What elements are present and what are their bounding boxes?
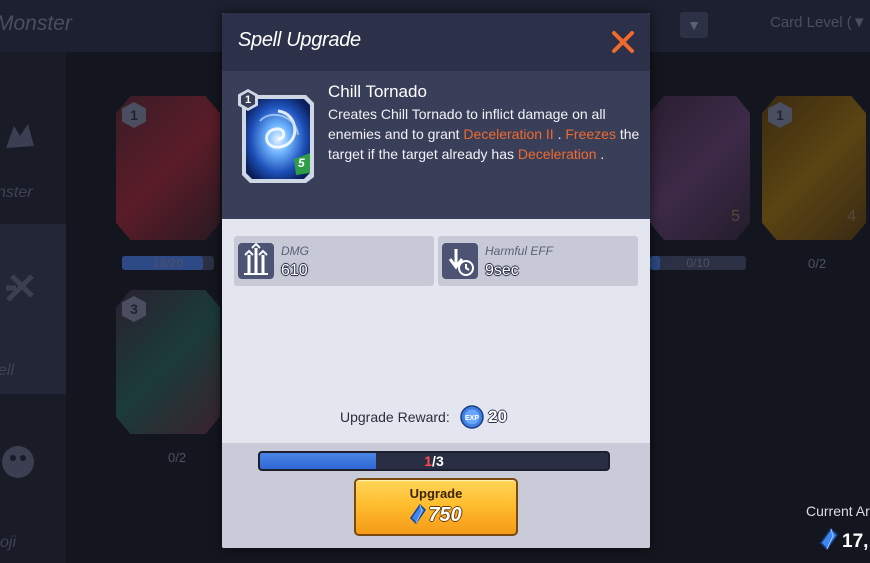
upgrade-reward-value: 20 (488, 407, 507, 426)
svg-text:EXP: EXP (465, 415, 479, 422)
card-tile[interactable]: 1 (116, 96, 220, 240)
spell-info: 1 5 Chill Tornado Creates Chill Tornado … (222, 71, 650, 219)
upgrade-reward-label: Upgrade Reward: (340, 409, 450, 425)
upgrade-footer: 1/3 Upgrade 750 (222, 443, 650, 548)
dialog-header: Spell Upgrade (222, 13, 650, 71)
upgrade-cost: 750 (356, 503, 516, 530)
card-progress: 0/10 (650, 256, 746, 270)
card-cost: 4 (847, 208, 856, 225)
currency-amount: 17, (820, 527, 868, 556)
screen-title: Monster (0, 12, 72, 35)
upgrade-button[interactable]: Upgrade 750 (354, 478, 518, 536)
monster-icon (0, 118, 40, 158)
exp-icon: EXP (460, 405, 484, 429)
sort-dropdown[interactable]: Card Level (▼ (770, 14, 867, 31)
close-icon (612, 31, 634, 53)
currency-label: Current Ar (806, 503, 870, 519)
stat-harmful-effect: Harmful EFF 9sec (438, 236, 638, 286)
gem-icon (820, 527, 838, 556)
card-tile[interactable]: 1 4 (762, 96, 866, 240)
dialog-title: Spell Upgrade (238, 29, 361, 51)
damage-icon (238, 242, 274, 279)
card-level-badge: 3 (122, 296, 146, 322)
sidebar-item-label: ell (0, 362, 15, 379)
card-count: 0/2 (168, 450, 187, 465)
sidebar: nster ell oji (0, 52, 66, 563)
spell-cost: 5 (298, 156, 305, 170)
card-tile[interactable]: 3 (116, 290, 220, 434)
card-level-badge: 1 (122, 102, 146, 128)
chevron-down-icon[interactable]: ▼ (680, 12, 708, 38)
card-cost: 5 (731, 208, 740, 225)
gem-icon (410, 503, 427, 530)
progress-text: 1/3 (424, 453, 444, 469)
spell-icon (0, 268, 40, 308)
spell-name: Chill Tornado (328, 82, 427, 101)
sidebar-item-spell[interactable]: ell (0, 224, 66, 394)
stat-label: Harmful EFF (485, 244, 554, 258)
harmful-effect-icon (442, 243, 478, 279)
stat-damage: DMG 610 (234, 236, 434, 286)
card-count: 0/2 (808, 256, 827, 271)
close-button[interactable] (608, 27, 638, 57)
stat-value: 9sec (485, 262, 519, 279)
stat-value: 610 (281, 262, 308, 279)
card-level-badge: 1 (768, 102, 792, 128)
spell-card-image: 1 5 (238, 89, 320, 185)
spell-upgrade-dialog: Spell Upgrade 1 5 Chill Tornado Creates … (222, 13, 650, 548)
stat-label: DMG (281, 244, 309, 258)
emoji-icon (0, 442, 40, 482)
spell-description: Creates Chill Tornado to inflict damage … (328, 106, 640, 162)
card-tile[interactable]: 5 (650, 96, 750, 240)
upgrade-label: Upgrade (409, 486, 463, 501)
upgrade-progress-bar: 1/3 (258, 451, 610, 471)
sidebar-item-monster[interactable]: nster (0, 92, 66, 212)
card-progress: 18/20 (122, 256, 214, 270)
sidebar-item-emoji[interactable]: oji (0, 422, 66, 562)
sidebar-item-label: nster (0, 184, 33, 201)
sidebar-item-label: oji (0, 534, 17, 551)
